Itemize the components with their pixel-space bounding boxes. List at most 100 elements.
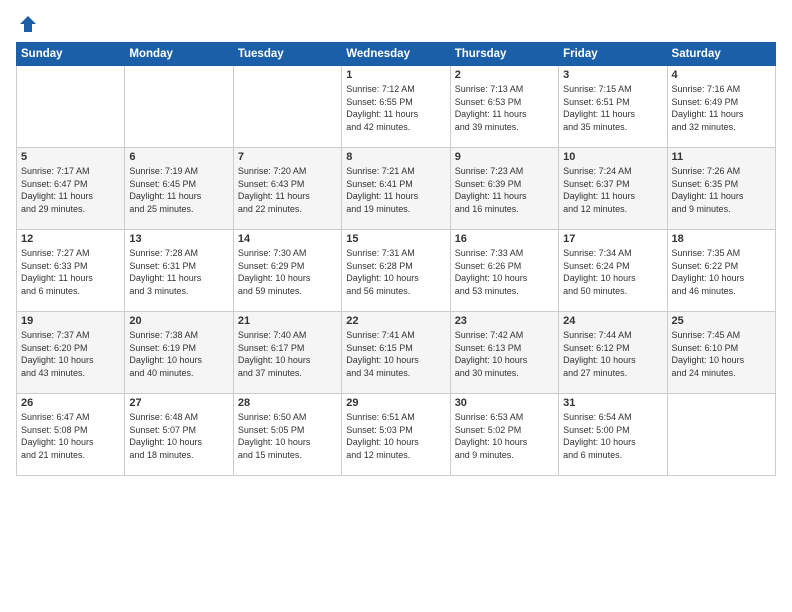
day-cell: 18 Sunrise: 7:35 AM Sunset: 6:22 PM Dayli…	[667, 230, 775, 312]
day-number: 13	[129, 233, 228, 245]
day-number: 21	[238, 315, 337, 327]
weekday-sunday: Sunday	[17, 43, 125, 66]
day-number: 30	[455, 397, 554, 409]
day-number: 19	[21, 315, 120, 327]
day-info: Sunrise: 7:21 AM Sunset: 6:41 PM Dayligh…	[346, 165, 445, 215]
day-info: Sunrise: 7:44 AM Sunset: 6:12 PM Dayligh…	[563, 329, 662, 379]
day-number: 9	[455, 151, 554, 163]
day-number: 29	[346, 397, 445, 409]
day-info: Sunrise: 7:16 AM Sunset: 6:49 PM Dayligh…	[672, 83, 771, 133]
day-cell: 21 Sunrise: 7:40 AM Sunset: 6:17 PM Dayli…	[233, 312, 341, 394]
day-cell: 3 Sunrise: 7:15 AM Sunset: 6:51 PM Daylig…	[559, 66, 667, 148]
day-cell: 2 Sunrise: 7:13 AM Sunset: 6:53 PM Daylig…	[450, 66, 558, 148]
day-cell: 22 Sunrise: 7:41 AM Sunset: 6:15 PM Dayli…	[342, 312, 450, 394]
day-info: Sunrise: 7:35 AM Sunset: 6:22 PM Dayligh…	[672, 247, 771, 297]
day-cell: 4 Sunrise: 7:16 AM Sunset: 6:49 PM Daylig…	[667, 66, 775, 148]
day-number: 3	[563, 69, 662, 81]
weekday-header-row: SundayMondayTuesdayWednesdayThursdayFrid…	[17, 43, 776, 66]
day-cell: 31 Sunrise: 6:54 AM Sunset: 5:00 PM Dayli…	[559, 394, 667, 476]
day-number: 17	[563, 233, 662, 245]
day-info: Sunrise: 7:27 AM Sunset: 6:33 PM Dayligh…	[21, 247, 120, 297]
day-cell: 27 Sunrise: 6:48 AM Sunset: 5:07 PM Dayli…	[125, 394, 233, 476]
day-info: Sunrise: 7:26 AM Sunset: 6:35 PM Dayligh…	[672, 165, 771, 215]
day-number: 27	[129, 397, 228, 409]
header	[16, 14, 776, 34]
logo-icon	[18, 14, 38, 34]
day-info: Sunrise: 7:34 AM Sunset: 6:24 PM Dayligh…	[563, 247, 662, 297]
day-info: Sunrise: 7:24 AM Sunset: 6:37 PM Dayligh…	[563, 165, 662, 215]
day-cell: 28 Sunrise: 6:50 AM Sunset: 5:05 PM Dayli…	[233, 394, 341, 476]
day-cell: 20 Sunrise: 7:38 AM Sunset: 6:19 PM Dayli…	[125, 312, 233, 394]
weekday-tuesday: Tuesday	[233, 43, 341, 66]
weekday-thursday: Thursday	[450, 43, 558, 66]
day-cell: 16Sunrise: 7:33 AM Sunset: 6:26 PM Dayli…	[450, 230, 558, 312]
day-info: Sunrise: 7:13 AM Sunset: 6:53 PM Dayligh…	[455, 83, 554, 133]
weekday-saturday: Saturday	[667, 43, 775, 66]
day-cell: 1 Sunrise: 7:12 AM Sunset: 6:55 PM Daylig…	[342, 66, 450, 148]
day-cell: 26Sunrise: 6:47 AM Sunset: 5:08 PM Dayli…	[17, 394, 125, 476]
day-cell	[667, 394, 775, 476]
day-info: Sunrise: 7:20 AM Sunset: 6:43 PM Dayligh…	[238, 165, 337, 215]
day-cell: 6 Sunrise: 7:19 AM Sunset: 6:45 PM Daylig…	[125, 148, 233, 230]
day-info: Sunrise: 6:50 AM Sunset: 5:05 PM Dayligh…	[238, 411, 337, 461]
day-info: Sunrise: 7:38 AM Sunset: 6:19 PM Dayligh…	[129, 329, 228, 379]
day-number: 1	[346, 69, 445, 81]
day-info: Sunrise: 6:51 AM Sunset: 5:03 PM Dayligh…	[346, 411, 445, 461]
day-info: Sunrise: 7:40 AM Sunset: 6:17 PM Dayligh…	[238, 329, 337, 379]
week-row-3: 12 Sunrise: 7:27 AM Sunset: 6:33 PM Dayli…	[17, 230, 776, 312]
day-number: 2	[455, 69, 554, 81]
day-info: Sunrise: 7:42 AM Sunset: 6:13 PM Dayligh…	[455, 329, 554, 379]
day-number: 4	[672, 69, 771, 81]
day-info: Sunrise: 7:41 AM Sunset: 6:15 PM Dayligh…	[346, 329, 445, 379]
day-info: Sunrise: 7:17 AM Sunset: 6:47 PM Dayligh…	[21, 165, 120, 215]
day-info: Sunrise: 7:37 AM Sunset: 6:20 PM Dayligh…	[21, 329, 120, 379]
logo	[16, 14, 38, 34]
day-number: 14	[238, 233, 337, 245]
day-cell: 24 Sunrise: 7:44 AM Sunset: 6:12 PM Dayli…	[559, 312, 667, 394]
day-number: 18	[672, 233, 771, 245]
day-number: 20	[129, 315, 228, 327]
week-row-5: 26Sunrise: 6:47 AM Sunset: 5:08 PM Dayli…	[17, 394, 776, 476]
day-info: Sunrise: 7:31 AM Sunset: 6:28 PM Dayligh…	[346, 247, 445, 297]
day-number: 31	[563, 397, 662, 409]
weekday-wednesday: Wednesday	[342, 43, 450, 66]
day-info: Sunrise: 7:33 AM Sunset: 6:26 PM Dayligh…	[455, 247, 554, 297]
day-number: 22	[346, 315, 445, 327]
day-cell: 17 Sunrise: 7:34 AM Sunset: 6:24 PM Dayli…	[559, 230, 667, 312]
day-number: 8	[346, 151, 445, 163]
calendar: SundayMondayTuesdayWednesdayThursdayFrid…	[16, 42, 776, 476]
day-info: Sunrise: 7:15 AM Sunset: 6:51 PM Dayligh…	[563, 83, 662, 133]
day-cell	[125, 66, 233, 148]
day-info: Sunrise: 6:48 AM Sunset: 5:07 PM Dayligh…	[129, 411, 228, 461]
day-number: 28	[238, 397, 337, 409]
day-cell	[233, 66, 341, 148]
day-number: 10	[563, 151, 662, 163]
page: SundayMondayTuesdayWednesdayThursdayFrid…	[0, 0, 792, 612]
day-number: 24	[563, 315, 662, 327]
day-number: 11	[672, 151, 771, 163]
week-row-4: 19 Sunrise: 7:37 AM Sunset: 6:20 PM Dayli…	[17, 312, 776, 394]
week-row-2: 5Sunrise: 7:17 AM Sunset: 6:47 PM Daylig…	[17, 148, 776, 230]
day-cell: 11 Sunrise: 7:26 AM Sunset: 6:35 PM Dayli…	[667, 148, 775, 230]
day-cell: 10 Sunrise: 7:24 AM Sunset: 6:37 PM Dayli…	[559, 148, 667, 230]
day-info: Sunrise: 7:45 AM Sunset: 6:10 PM Dayligh…	[672, 329, 771, 379]
day-cell	[17, 66, 125, 148]
day-number: 23	[455, 315, 554, 327]
day-cell: 8 Sunrise: 7:21 AM Sunset: 6:41 PM Daylig…	[342, 148, 450, 230]
day-cell: 13Sunrise: 7:28 AM Sunset: 6:31 PM Dayli…	[125, 230, 233, 312]
day-number: 15	[346, 233, 445, 245]
day-info: Sunrise: 6:53 AM Sunset: 5:02 PM Dayligh…	[455, 411, 554, 461]
day-info: Sunrise: 6:54 AM Sunset: 5:00 PM Dayligh…	[563, 411, 662, 461]
day-number: 12	[21, 233, 120, 245]
day-cell: 25Sunrise: 7:45 AM Sunset: 6:10 PM Dayli…	[667, 312, 775, 394]
day-cell: 23 Sunrise: 7:42 AM Sunset: 6:13 PM Dayli…	[450, 312, 558, 394]
day-cell: 9 Sunrise: 7:23 AM Sunset: 6:39 PM Daylig…	[450, 148, 558, 230]
weekday-monday: Monday	[125, 43, 233, 66]
day-number: 6	[129, 151, 228, 163]
day-number: 26	[21, 397, 120, 409]
day-info: Sunrise: 7:12 AM Sunset: 6:55 PM Dayligh…	[346, 83, 445, 133]
day-cell: 15 Sunrise: 7:31 AM Sunset: 6:28 PM Dayli…	[342, 230, 450, 312]
day-info: Sunrise: 7:23 AM Sunset: 6:39 PM Dayligh…	[455, 165, 554, 215]
day-cell: 7Sunrise: 7:20 AM Sunset: 6:43 PM Daylig…	[233, 148, 341, 230]
day-info: Sunrise: 7:19 AM Sunset: 6:45 PM Dayligh…	[129, 165, 228, 215]
